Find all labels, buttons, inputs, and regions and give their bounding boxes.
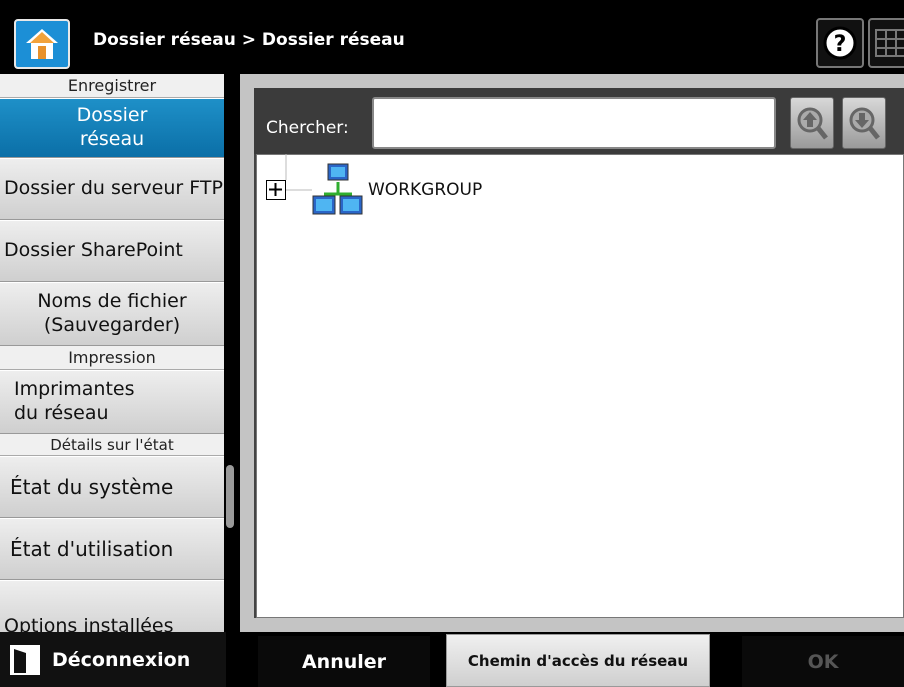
- sidebar-item-label: Options installées: [4, 615, 174, 632]
- network-path-button[interactable]: Chemin d'accès du réseau: [446, 634, 710, 687]
- tree-expand-toggle[interactable]: [266, 180, 286, 200]
- sidebar-item-label: État d'utilisation: [10, 536, 174, 561]
- sidebar-item-label: Noms de fichier (Sauvegarder): [37, 290, 187, 336]
- workgroup-network-icon: [312, 163, 363, 215]
- sidebar-item-label: Dossier du serveur FTP: [4, 177, 223, 200]
- search-down-icon: [849, 107, 880, 140]
- svg-text:?: ?: [834, 32, 847, 57]
- home-button[interactable]: [14, 19, 70, 69]
- sidebar-item-file-names[interactable]: Noms de fichier (Sauvegarder): [0, 282, 224, 346]
- help-icon: ?: [823, 26, 857, 60]
- section-header-status: Détails sur l'état: [0, 434, 224, 456]
- sidebar-scrollbar[interactable]: [224, 74, 240, 632]
- breadcrumb: Dossier réseau > Dossier réseau: [93, 30, 405, 50]
- sidebar-item-label: Dossier SharePoint: [4, 239, 183, 262]
- logout-icon: [10, 644, 40, 675]
- sidebar-item-network-folder[interactable]: Dossier réseau: [0, 98, 224, 158]
- ok-button[interactable]: OK: [742, 636, 904, 687]
- help-button[interactable]: ?: [816, 18, 864, 68]
- sidebar-item-ftp-folder[interactable]: Dossier du serveur FTP: [0, 158, 224, 220]
- sidebar: Enregistrer Dossier réseau Dossier du se…: [0, 74, 224, 632]
- search-previous-button[interactable]: [790, 97, 834, 149]
- tree-node-workgroup[interactable]: WORKGROUP: [368, 180, 482, 200]
- search-input[interactable]: [372, 97, 776, 149]
- keyboard-icon: [875, 29, 904, 57]
- sidebar-item-installed-options[interactable]: Options installées: [0, 580, 224, 632]
- plus-icon: [269, 183, 282, 196]
- sidebar-item-sharepoint[interactable]: Dossier SharePoint: [0, 220, 224, 282]
- search-label: Chercher:: [266, 118, 349, 138]
- logout-label: Déconnexion: [52, 648, 191, 671]
- section-header-print: Impression: [0, 346, 224, 370]
- sidebar-item-label: Dossier réseau: [76, 104, 148, 150]
- search-up-icon: [797, 107, 828, 140]
- logout-button[interactable]: Déconnexion: [0, 632, 226, 687]
- search-next-button[interactable]: [842, 97, 886, 149]
- sidebar-item-label: État du système: [10, 474, 174, 499]
- keyboard-button[interactable]: [868, 18, 904, 68]
- sidebar-scroll-thumb[interactable]: [226, 465, 234, 528]
- sidebar-item-network-printers[interactable]: Imprimantes du réseau: [0, 370, 224, 434]
- sidebar-item-system-status[interactable]: État du système: [0, 456, 224, 518]
- sidebar-item-usage-status[interactable]: État d'utilisation: [0, 518, 224, 580]
- section-header-save: Enregistrer: [0, 74, 224, 98]
- sidebar-item-label: Imprimantes du réseau: [14, 378, 135, 424]
- cancel-button[interactable]: Annuler: [258, 636, 430, 687]
- home-icon: [26, 29, 58, 59]
